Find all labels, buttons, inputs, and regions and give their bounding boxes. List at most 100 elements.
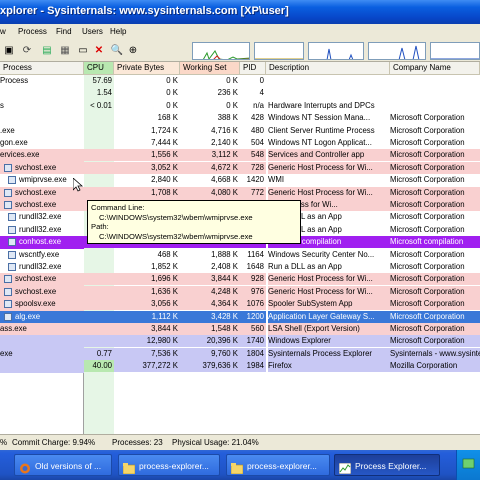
cell-private-bytes: 1,852 K (114, 261, 180, 273)
cell-cpu: 0.77 (84, 347, 114, 360)
physical-graph[interactable] (368, 42, 426, 60)
process-tree[interactable]: Process Process s .exe gon.exe ervices.exe sv… (0, 62, 84, 434)
table-row[interactable]: 3,844 K 1,548 K 560 LSA Shell (Export Versi… (84, 323, 480, 335)
cell-cpu (84, 186, 114, 199)
window-title: xplorer - Sysinternals: www.sysinternals… (0, 5, 289, 17)
menu-find[interactable]: Find (56, 27, 72, 36)
column-working-set[interactable]: Working Set (180, 62, 240, 75)
refresh-icon[interactable]: ⟳ (20, 44, 34, 57)
tree-row[interactable]: alg.exe (0, 310, 84, 323)
taskbar-item-process-explorer[interactable]: Process Explorer... (334, 454, 440, 476)
tree-header[interactable]: Process (0, 62, 84, 75)
cell-company: Microsoft Corporation (390, 335, 480, 348)
cell-company: Microsoft Corporation (390, 174, 480, 187)
cell-company: Microsoft Corporation (390, 273, 480, 286)
status-cpu: % (0, 438, 8, 447)
tree-row[interactable] (0, 87, 84, 100)
tree-row[interactable]: wmiprvse.exe (0, 174, 84, 187)
table-row[interactable]: 1.54 0 K 236 K4 (84, 87, 480, 100)
io-graph[interactable] (308, 42, 364, 60)
tree-row[interactable]: .exe (0, 124, 84, 137)
properties-icon[interactable]: ▦ (58, 44, 72, 57)
network-graph[interactable] (430, 42, 480, 60)
tree-row[interactable]: ervices.exe (0, 149, 84, 162)
tooltip-command-value: C:\WINDOWS\system32\wbem\wmiprvse.exe (99, 212, 253, 222)
tree-row[interactable]: svchost.exe (0, 199, 84, 212)
table-row[interactable]: 1,112 K 3,428 K 1200 Application Layer Gate… (84, 310, 480, 323)
column-description[interactable]: Description (266, 62, 390, 75)
taskbar-item-folder-2[interactable]: process-explorer... (226, 454, 330, 476)
process-name: conhost.exe (19, 237, 62, 247)
cell-description: Generic Host Process for Wi... (268, 161, 390, 174)
tree-row[interactable]: rundll32.exe (0, 211, 84, 224)
table-row[interactable]: 57.69 0 K0 K0 (84, 75, 480, 87)
window-icon[interactable]: ▭ (76, 44, 90, 57)
table-row[interactable]: 12,980 K 20,396 K 1740 Windows Explorer Micr… (84, 335, 480, 348)
tree-row[interactable]: gon.exe (0, 137, 84, 150)
toolbar: ▣ ⟳ ▤ ▦ ▭ ✕ 🔍 ⊕ (0, 40, 480, 62)
process-name: s (0, 100, 4, 110)
tree-row[interactable]: svchost.exe (0, 161, 84, 175)
table-row[interactable]: 3,052 K 4,672 K 728 Generic Host Process fo… (84, 161, 480, 174)
tree-row[interactable]: svchost.exe (0, 285, 84, 299)
column-company-name[interactable]: Company Name (390, 62, 480, 75)
cell-private-bytes: 3,056 K (114, 298, 180, 311)
tree-view-icon[interactable]: ▤ (40, 44, 54, 57)
table-row[interactable]: 1,724 K 4,716 K 480 Client Server Runtime P… (84, 124, 480, 137)
table-row[interactable]: 468 K 1,888 K 1164 Windows Security Center … (84, 248, 480, 261)
table-row[interactable]: 3,056 K 4,364 K 1076 Spooler SubSystem App M… (84, 298, 480, 311)
cell-pid: 1076 (240, 298, 266, 311)
menu-view[interactable]: w (0, 27, 6, 36)
column-pid[interactable]: PID (240, 62, 266, 75)
menu-users[interactable]: Users (82, 27, 103, 36)
tree-row[interactable]: s (0, 99, 84, 113)
tree-row[interactable]: rundll32.exe (0, 223, 84, 237)
tree-row[interactable]: svchost.exe (0, 186, 84, 199)
tree-row[interactable]: exe (0, 347, 84, 361)
table-row[interactable]: < 0.01 0 K0 Kn/a Hardware Interrupts and D… (84, 99, 480, 112)
commit-graph[interactable] (254, 42, 304, 60)
table-row[interactable]: 2,840 K 4,668 K 1420 WMI Microsoft Corporati… (84, 174, 480, 187)
column-private-bytes[interactable]: Private Bytes (114, 62, 180, 75)
table-row[interactable]: 0.77 7,536 K 9,760 K 1804 Sysinternals Proce… (84, 347, 480, 360)
cell-pid: 4 (240, 87, 266, 100)
tree-row[interactable] (0, 112, 84, 125)
kill-process-icon[interactable]: ✕ (92, 44, 106, 57)
cell-working-set: 9,760 K (180, 347, 240, 360)
cell-pid: 504 (240, 137, 266, 149)
table-row[interactable]: 1,696 K 3,844 K 928 Generic Host Process fo… (84, 273, 480, 286)
column-cpu[interactable]: CPU (84, 62, 114, 75)
table-row[interactable]: 1,636 K 4,248 K 976 Generic Host Process fo… (84, 285, 480, 298)
find-icon[interactable]: 🔍 (110, 44, 124, 57)
taskbar-item-folder-1[interactable]: process-explorer... (118, 454, 220, 476)
table-row[interactable]: 168 K 388 K 428 Windows NT Session Mana... M… (84, 112, 480, 125)
title-bar[interactable]: xplorer - Sysinternals: www.sysinternals… (0, 0, 480, 24)
tree-row[interactable]: Process (0, 75, 84, 88)
tree-row[interactable]: wscntfy.exe (0, 248, 84, 261)
taskbar-item-firefox[interactable]: Old versions of ... (14, 454, 112, 476)
menu-process[interactable]: Process (18, 27, 47, 36)
tree-row[interactable] (0, 335, 84, 348)
table-row[interactable]: 7,444 K 2,140 K 504 Windows NT Logon Applic… (84, 137, 480, 149)
system-tray[interactable] (456, 450, 480, 480)
table-row[interactable]: 1,556 K 3,112 K 548 Services and Controller… (84, 149, 480, 162)
process-grid[interactable]: CPU Private Bytes Working Set PID Descri… (84, 62, 480, 434)
command-line-tooltip: Command Line: C:\WINDOWS\system32\wbem\w… (87, 200, 301, 244)
table-row[interactable]: 1,708 K 4,080 K 772 Generic Host Process fo… (84, 186, 480, 199)
process-name: Process (0, 76, 29, 85)
table-row[interactable]: 1,852 K 2,408 K 1648 Run a DLL as an App Mic… (84, 261, 480, 273)
table-row[interactable]: 40.00 377,272 K 379,636 K 1984 Firefox Mozill… (84, 360, 480, 373)
target-icon[interactable]: ⊕ (126, 44, 140, 57)
cell-description: Generic Host Process for Wi... (268, 186, 390, 199)
tree-row[interactable]: spoolsv.exe (0, 298, 84, 311)
cpu-graph[interactable] (192, 42, 250, 60)
tree-row[interactable]: ass.exe (0, 323, 84, 336)
menu-help[interactable]: Help (110, 27, 126, 36)
tree-row[interactable] (0, 360, 84, 373)
cell-working-set: 3,844 K (180, 273, 240, 286)
tree-row[interactable]: svchost.exe (0, 273, 84, 286)
cell-company: Microsoft Corporation (390, 112, 480, 125)
save-icon[interactable]: ▣ (2, 44, 16, 57)
tree-row[interactable]: rundll32.exe (0, 261, 84, 274)
tree-row[interactable]: conhost.exe (0, 236, 84, 249)
